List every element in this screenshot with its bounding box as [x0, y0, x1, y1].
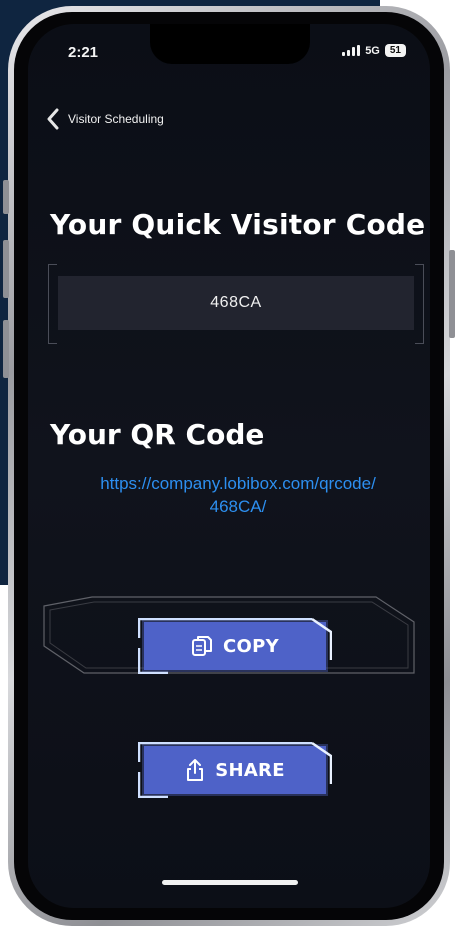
share-button-content: SHARE	[138, 742, 332, 798]
frame-bracket-right	[415, 264, 424, 344]
battery-icon: 51	[384, 44, 406, 57]
copy-button[interactable]: COPY	[138, 618, 332, 674]
home-indicator[interactable]	[162, 880, 298, 885]
side-button-power	[449, 250, 455, 338]
side-button-volume-up	[3, 240, 9, 298]
qr-link-line-2: 468CA/	[209, 497, 267, 516]
back-button[interactable]: Visitor Scheduling	[46, 108, 164, 130]
notch	[150, 24, 310, 64]
visitor-code-heading: Your Quick Visitor Code	[50, 208, 426, 241]
copy-icon	[192, 636, 213, 656]
status-time: 2:21	[68, 44, 99, 61]
network-type: 5G	[365, 44, 380, 57]
status-indicators: 5G 51	[342, 44, 406, 57]
share-icon	[187, 759, 204, 781]
share-button[interactable]: SHARE	[138, 742, 332, 798]
copy-button-label: COPY	[223, 635, 279, 657]
visitor-code-value[interactable]: 468CA	[58, 276, 414, 330]
signal-icon	[342, 45, 361, 56]
phone-screen: 2:21 5G 51 Visitor Scheduling Your Quick…	[28, 24, 430, 908]
stage: 2:21 5G 51 Visitor Scheduling Your Quick…	[0, 0, 458, 932]
visitor-code-frame: 468CA	[48, 264, 424, 344]
side-button-action	[3, 180, 9, 214]
qr-link-line-1: https://company.lobibox.com/qrcode/	[100, 474, 376, 493]
qr-code-heading: Your QR Code	[50, 418, 265, 451]
chevron-left-icon	[47, 108, 59, 130]
side-button-volume-down	[3, 320, 9, 378]
share-button-label: SHARE	[215, 759, 285, 781]
qr-code-link[interactable]: https://company.lobibox.com/qrcode/ 468C…	[48, 472, 428, 518]
back-label: Visitor Scheduling	[68, 112, 164, 126]
copy-button-content: COPY	[138, 618, 332, 674]
frame-bracket-left	[48, 264, 57, 344]
